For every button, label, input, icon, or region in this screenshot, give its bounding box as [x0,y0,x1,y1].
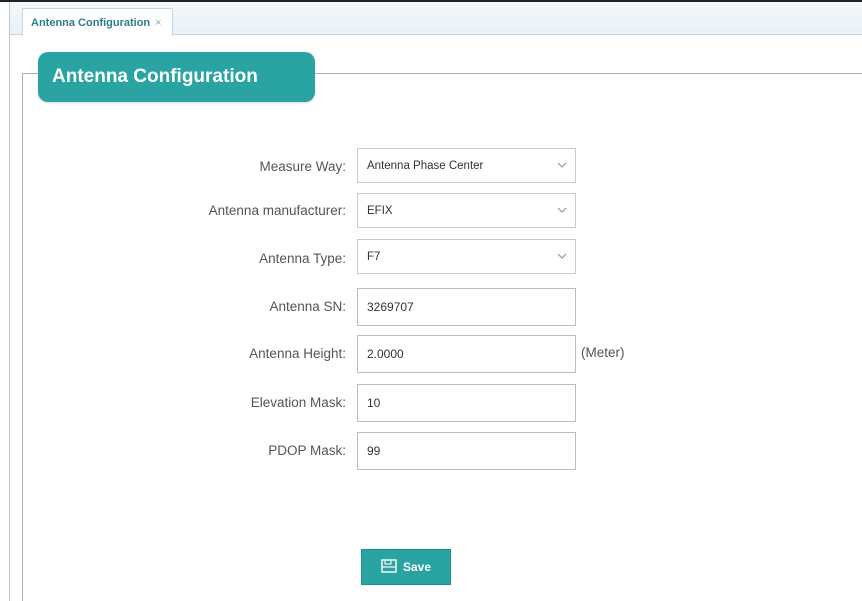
tab-antenna-configuration[interactable]: Antenna Configuration × [22,8,173,36]
antenna-height-label: Antenna Height: [249,346,346,361]
antenna-type-value: F7 [367,250,381,263]
manufacturer-select[interactable]: EFIX [357,193,576,228]
save-label: Save [402,560,432,574]
save-button[interactable]: Save [361,549,451,585]
save-icon [381,558,397,576]
antenna-type-label: Antenna Type: [259,251,346,266]
measure-way-label: Measure Way: [259,159,346,174]
elevation-mask-input[interactable] [357,384,576,422]
antenna-height-unit: (Meter) [581,345,625,360]
tab-close-icon[interactable]: × [155,17,161,29]
manufacturer-value: EFIX [367,204,393,217]
section-title: Antenna Configuration [38,52,315,102]
tab-strip: Antenna Configuration × [10,2,862,36]
antenna-sn-label: Antenna SN: [269,299,346,314]
chevron-down-icon [549,194,575,227]
fieldset-border-left [22,73,23,601]
elevation-mask-label: Elevation Mask: [250,395,346,410]
antenna-type-select[interactable]: F7 [357,239,576,274]
manufacturer-label: Antenna manufacturer: [208,203,346,218]
antenna-sn-input[interactable] [357,288,576,326]
section-title-text: Antenna Configuration [52,66,258,87]
tab-label: Antenna Configuration [31,16,151,29]
chevron-down-icon [549,240,575,273]
measure-way-value: Antenna Phase Center [367,159,484,172]
measure-way-select[interactable]: Antenna Phase Center [357,148,576,183]
pdop-mask-label: PDOP Mask: [268,443,346,458]
chevron-down-icon [549,149,575,182]
antenna-height-input[interactable] [357,335,576,373]
left-border [9,2,10,601]
pdop-mask-input[interactable] [357,432,576,470]
